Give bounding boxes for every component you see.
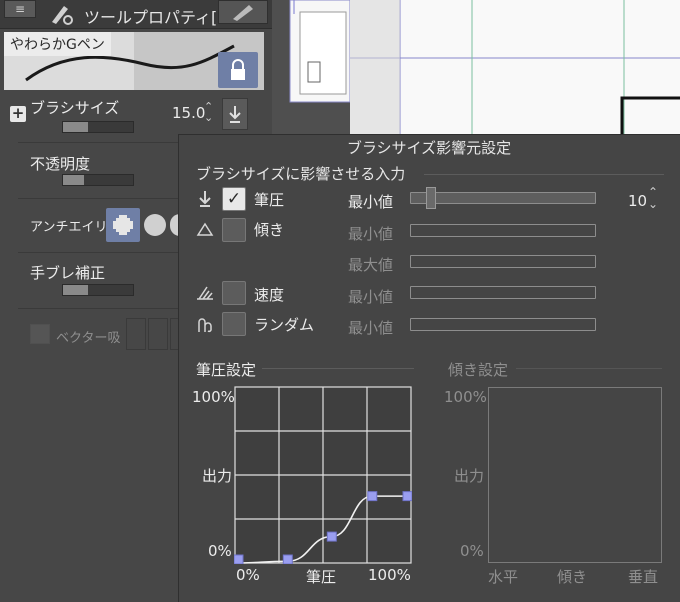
tilt-icon bbox=[196, 221, 214, 241]
tilt-x-mid: 傾き bbox=[557, 568, 588, 586]
pen-pressure-checkbox[interactable]: ✓ bbox=[222, 187, 246, 211]
tilt-graph-title: 傾き設定 bbox=[448, 361, 509, 379]
tilt-min-label: 最小値 bbox=[348, 225, 394, 243]
pressure-curve-graph[interactable] bbox=[234, 386, 412, 564]
pen-pressure-label: 筆圧 bbox=[254, 191, 285, 209]
pen-pressure-icon bbox=[229, 106, 241, 123]
stabilization-label: 手ブレ補正 bbox=[30, 264, 106, 282]
section-divider bbox=[424, 174, 664, 175]
pen-pressure-min-value[interactable]: 10 bbox=[628, 192, 647, 210]
vector-snap-checkbox[interactable] bbox=[30, 324, 50, 344]
pressure-y-bottom: 0% bbox=[208, 542, 232, 560]
tilt-y-top: 100% bbox=[444, 388, 487, 406]
brush-size-fill bbox=[63, 122, 88, 132]
panel-menu-button[interactable]: ≡ bbox=[4, 0, 36, 18]
brush-size-slider[interactable] bbox=[62, 121, 134, 133]
brush-icon bbox=[233, 5, 253, 21]
section-title: ブラシサイズに影響させる入力 bbox=[196, 165, 406, 183]
curve-control-point[interactable] bbox=[402, 491, 412, 502]
stabilization-fill bbox=[63, 285, 88, 295]
curve-control-point[interactable] bbox=[234, 554, 244, 564]
pressure-x-left: 0% bbox=[236, 566, 260, 584]
tilt-curve-graph[interactable] bbox=[488, 387, 662, 563]
pressure-x-right: 100% bbox=[368, 566, 411, 584]
random-label: ランダム bbox=[254, 316, 315, 334]
vector-option-1[interactable] bbox=[126, 318, 146, 350]
slider-thumb[interactable] bbox=[426, 187, 437, 209]
random-min-slider[interactable] bbox=[410, 318, 596, 331]
vector-option-2[interactable] bbox=[148, 318, 168, 350]
pressure-graph-title: 筆圧設定 bbox=[196, 361, 257, 379]
tilt-max-slider[interactable] bbox=[410, 255, 596, 268]
brush-name: やわらかGペン bbox=[4, 32, 111, 56]
opacity-slider[interactable] bbox=[62, 174, 134, 186]
speed-checkbox[interactable] bbox=[222, 281, 246, 305]
stabilization-slider[interactable] bbox=[62, 284, 134, 296]
pressure-y-mid: 出力 bbox=[202, 467, 233, 485]
divider bbox=[516, 368, 662, 369]
tilt-y-mid: 出力 bbox=[454, 467, 485, 485]
speed-label: 速度 bbox=[254, 286, 285, 304]
speed-min-slider[interactable] bbox=[410, 286, 596, 299]
speed-min-label: 最小値 bbox=[348, 288, 394, 306]
pixel-circle-icon bbox=[113, 215, 133, 235]
tilt-y-bottom: 0% bbox=[460, 542, 484, 560]
random-checkbox[interactable] bbox=[222, 312, 246, 336]
pen-pressure-spinner[interactable]: ⌃ ⌄ bbox=[648, 186, 658, 210]
random-min-label: 最小値 bbox=[348, 319, 394, 337]
antialias-weak-button[interactable] bbox=[144, 214, 166, 236]
canvas-artwork bbox=[289, 0, 680, 135]
curve-control-point[interactable] bbox=[326, 531, 337, 542]
brush-size-expand-button[interactable]: + bbox=[10, 106, 26, 122]
pen-pressure-min-slider[interactable] bbox=[410, 187, 596, 209]
antialias-none-button[interactable] bbox=[106, 208, 140, 242]
pen-pressure-min-label: 最小値 bbox=[348, 193, 394, 211]
pressure-x-mid: 筆圧 bbox=[306, 568, 337, 586]
antialias-label: アンチエイリ bbox=[30, 220, 108, 235]
brush-size-label: ブラシサイズ bbox=[30, 99, 120, 117]
pen-pressure-icon bbox=[197, 189, 213, 213]
tilt-x-left: 水平 bbox=[488, 568, 519, 586]
opacity-fill bbox=[63, 175, 84, 185]
tool-property-icon[interactable] bbox=[46, 2, 76, 26]
random-icon bbox=[196, 316, 214, 338]
divider bbox=[18, 198, 178, 199]
dialog-title: ブラシサイズ影響元設定 bbox=[346, 139, 512, 157]
tilt-max-label: 最大値 bbox=[348, 256, 394, 274]
lock-icon[interactable] bbox=[218, 52, 258, 88]
opacity-label: 不透明度 bbox=[30, 155, 91, 173]
brush-size-influence-button[interactable] bbox=[222, 98, 248, 130]
divider bbox=[18, 142, 178, 143]
divider bbox=[18, 308, 178, 309]
tilt-label: 傾き bbox=[254, 221, 285, 239]
tilt-x-right: 垂直 bbox=[628, 568, 659, 586]
sub-tool-detail-tab[interactable] bbox=[218, 0, 268, 24]
panel-title: ツールプロパティ[ bbox=[84, 8, 218, 27]
tilt-min-slider[interactable] bbox=[410, 224, 596, 237]
curve-control-point[interactable] bbox=[282, 554, 293, 564]
brush-size-spinner[interactable]: ⌃ ⌄ bbox=[204, 101, 213, 123]
pressure-y-top: 100% bbox=[192, 388, 235, 406]
tilt-checkbox[interactable] bbox=[222, 218, 246, 242]
curve-control-point[interactable] bbox=[367, 491, 378, 502]
vector-snap-label: ベクター吸 bbox=[56, 331, 121, 346]
divider bbox=[18, 252, 178, 253]
brush-preview: やわらかGペン bbox=[4, 32, 264, 90]
divider bbox=[262, 368, 414, 369]
brush-size-value[interactable]: 15.0 bbox=[172, 104, 205, 122]
speed-icon bbox=[195, 285, 215, 305]
